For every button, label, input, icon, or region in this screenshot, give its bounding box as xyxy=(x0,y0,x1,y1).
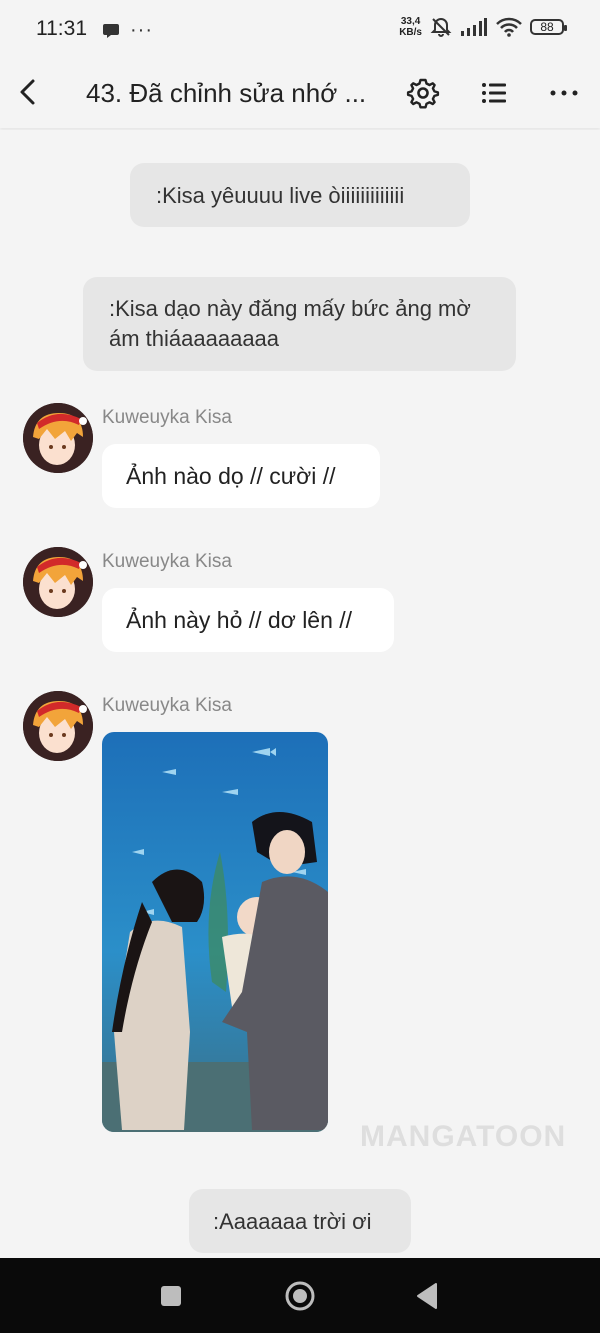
message-image[interactable] xyxy=(102,732,328,1132)
chat-notification-icon xyxy=(103,23,119,38)
status-bar: 11:31 ··· 33,4 KB/s 88 xyxy=(0,0,600,58)
bell-muted-icon xyxy=(430,17,452,37)
narration-text: :Aaaaaaa trời ơi xyxy=(213,1209,372,1234)
narration-bubble: :Aaaaaaa trời ơi xyxy=(189,1189,411,1253)
message-bubble: Ảnh nào dọ // cười // xyxy=(102,444,380,508)
message-bubble: Ảnh này hỏ // dơ lên // xyxy=(102,588,394,652)
back-triangle-icon[interactable] xyxy=(412,1280,444,1312)
status-time: 11:31 xyxy=(36,17,87,40)
wifi-icon xyxy=(496,17,522,37)
status-left-icons: ··· xyxy=(102,19,153,42)
sender-name: Kuweuyka Kisa xyxy=(102,407,232,428)
aquarium-photo-icon xyxy=(102,732,328,1132)
character-avatar-icon xyxy=(23,403,93,473)
net-speed-unit: KB/s xyxy=(399,27,422,38)
narration-bubble: :Kisa yêuuuu live òiiiiiiiiiiiii xyxy=(130,163,470,227)
character-avatar-icon xyxy=(23,691,93,761)
list-icon[interactable] xyxy=(477,76,511,110)
status-more: ··· xyxy=(130,19,153,41)
avatar[interactable] xyxy=(23,547,93,617)
chapter-title: 43. Đã chỉnh sửa nhớ ... xyxy=(86,78,367,108)
back-arrow-icon[interactable] xyxy=(12,75,46,109)
system-nav-bar xyxy=(0,1258,600,1333)
sender-name: Kuweuyka Kisa xyxy=(102,551,232,572)
battery-indicator: 88 xyxy=(530,19,567,35)
home-icon[interactable] xyxy=(284,1280,316,1312)
chat-area[interactable]: :Kisa yêuuuu live òiiiiiiiiiiiii :Kisa d… xyxy=(0,130,600,1258)
chapter-toolbar: 43. Đã chỉnh sửa nhớ ... xyxy=(0,58,600,128)
sender-name: Kuweuyka Kisa xyxy=(102,695,232,716)
signal-icon xyxy=(461,18,487,36)
net-speed-value: 33,4 xyxy=(400,16,421,27)
narration-text: :Kisa yêuuuu live òiiiiiiiiiiiii xyxy=(156,183,405,208)
narration-text: :Kisa dạo này đăng mấy bức ảng mờ ám thi… xyxy=(109,296,471,351)
gear-icon[interactable] xyxy=(406,76,440,110)
avatar[interactable] xyxy=(23,691,93,761)
avatar[interactable] xyxy=(23,403,93,473)
status-right-icons: 33,4 KB/s 88 xyxy=(399,16,567,38)
net-speed: 33,4 KB/s xyxy=(399,16,422,38)
recent-apps-icon[interactable] xyxy=(155,1280,187,1312)
more-options-icon[interactable] xyxy=(547,76,581,110)
narration-bubble: :Kisa dạo này đăng mấy bức ảng mờ ám thi… xyxy=(83,277,516,371)
watermark: MANGATOON xyxy=(360,1120,567,1153)
character-avatar-icon xyxy=(23,547,93,617)
